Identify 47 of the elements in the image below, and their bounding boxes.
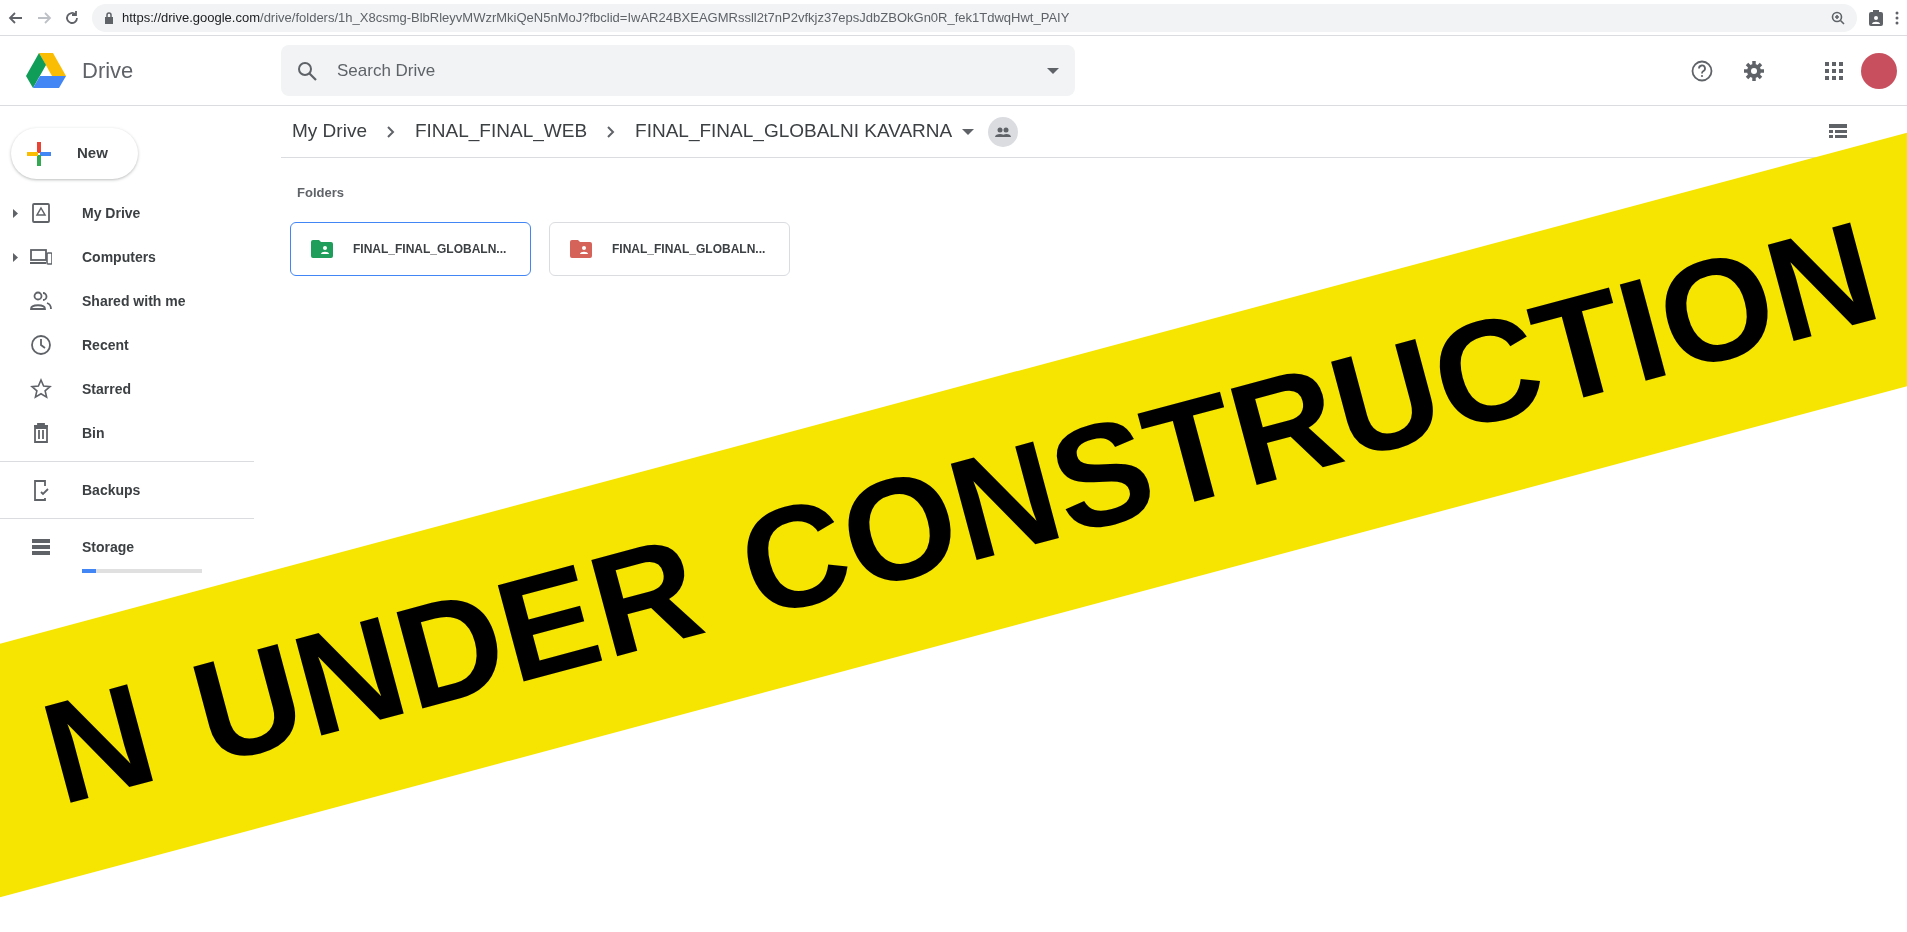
address-bar[interactable]: https://drive.google.com/drive/folders/1h_X8csmg-BlbRleyvMWzrMkiQeN5nMoJ?fbclid=IwAR24BXEAGMRssll2t7nP2vfkjz37epsJdbZBOkGn0R_fek1TdwqHwt_PAIY (92, 3, 1857, 32)
search-icon (297, 60, 317, 81)
sidebar-item[interactable]: Backups (0, 468, 149, 512)
folder-card[interactable]: FINAL_FINAL_GLOBALN... (290, 221, 531, 276)
new-button[interactable]: New (11, 128, 138, 179)
back-icon[interactable] (8, 9, 24, 26)
plus-icon (27, 141, 51, 166)
breadcrumb-link[interactable]: My Drive (292, 117, 367, 146)
sidebar-item[interactable]: Computers (0, 235, 164, 279)
sidebar-item[interactable]: My Drive (0, 191, 149, 235)
dropdown-icon[interactable] (962, 128, 975, 135)
section-heading: Folders (297, 184, 345, 202)
zoom-icon[interactable] (1831, 10, 1845, 25)
avatar[interactable] (1861, 52, 1897, 89)
drive-logo-icon[interactable] (26, 53, 66, 88)
extension-icon[interactable] (1869, 9, 1883, 26)
app-name: Drive (82, 57, 134, 85)
computer-icon (30, 246, 52, 268)
lock-icon (104, 11, 114, 24)
breadcrumb-link[interactable]: FINAL_FINAL_WEB (414, 117, 588, 146)
drive-icon (30, 202, 52, 224)
reload-icon[interactable] (64, 9, 80, 26)
shared-people-icon[interactable] (988, 116, 1019, 147)
help-icon[interactable] (1691, 59, 1713, 82)
chevron-icon (607, 125, 616, 138)
tape-text: UNDER (179, 513, 715, 788)
list-view-icon[interactable] (1829, 123, 1847, 140)
apps-grid-icon[interactable] (1825, 61, 1843, 80)
breadcrumb-link[interactable]: FINAL_FINAL_GLOBALNI KAVARNA (635, 117, 953, 146)
clock-icon (30, 334, 52, 356)
star-icon (30, 378, 52, 400)
tape-text: N (29, 660, 169, 828)
sidebar-item[interactable]: Shared with me (0, 279, 194, 323)
people-icon (30, 290, 52, 312)
sidebar-item[interactable]: Storage (0, 525, 143, 569)
chevron-icon (386, 125, 395, 138)
sidebar-item[interactable]: Starred (0, 367, 140, 411)
url-text: https://drive.google.com/drive/folders/1h_X8csmg-BlbRleyvMWzrMkiQeN5nMoJ?fbclid=IwAR24BXEAGMRssll2t7nP2vfkjz37epsJdbZBOkGn0R_fek1TdwqHwt_PAIY (122, 8, 1070, 27)
storage-icon (30, 536, 52, 558)
settings-icon[interactable] (1743, 59, 1765, 82)
menu-icon[interactable] (1895, 10, 1899, 25)
sidebar-item[interactable]: Bin (0, 411, 113, 455)
expand-caret-icon[interactable] (12, 208, 18, 218)
search-field[interactable]: Search Drive (281, 45, 1075, 96)
expand-caret-icon[interactable] (12, 252, 18, 262)
sidebar-item[interactable]: Recent (0, 323, 137, 367)
search-input[interactable]: Search Drive (337, 57, 1027, 84)
